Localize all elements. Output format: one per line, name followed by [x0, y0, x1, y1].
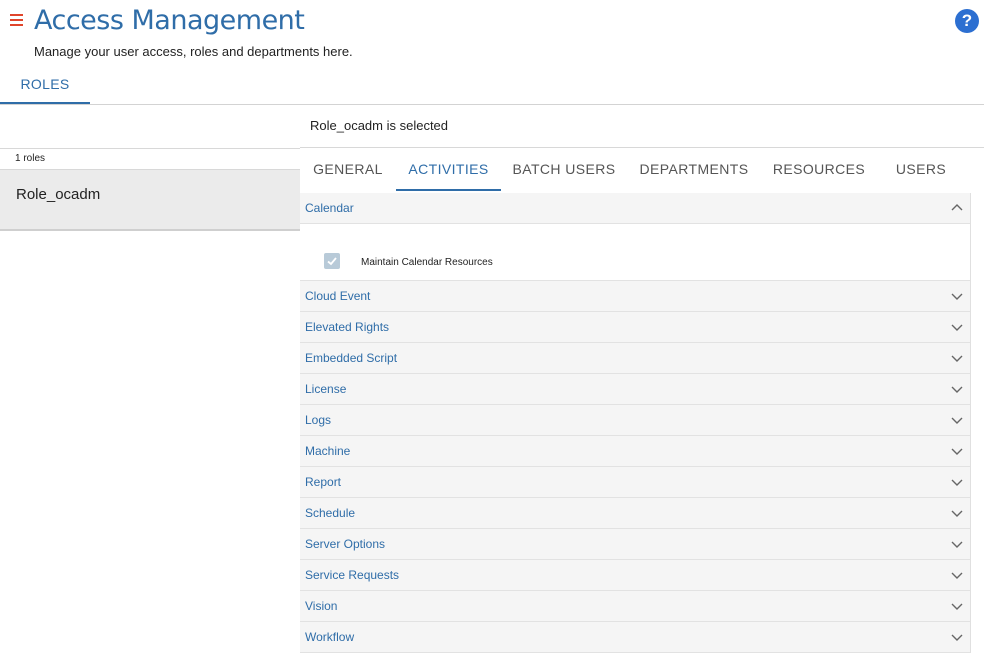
accordion-label: Machine [305, 444, 351, 458]
scrollbar-track[interactable] [970, 193, 971, 653]
accordion-header-service-requests[interactable]: Service Requests [300, 560, 970, 591]
accordion-header-cloud-event[interactable]: Cloud Event [300, 281, 970, 312]
tab-general[interactable]: GENERAL [306, 148, 390, 190]
active-tab-indicator [396, 189, 501, 191]
accordion-label: License [305, 382, 347, 396]
accordion-label: Workflow [305, 630, 355, 644]
accordion-label: Server Options [305, 537, 386, 551]
tab-resources[interactable]: RESOURCES [770, 148, 868, 190]
accordion-header-logs[interactable]: Logs [300, 405, 970, 436]
accordion-header-machine[interactable]: Machine [300, 436, 970, 467]
accordion-label: Schedule [305, 506, 356, 520]
hamburger-menu-icon[interactable] [10, 14, 23, 26]
accordion-label: Calendar [305, 201, 354, 215]
accordion-header-workflow[interactable]: Workflow [300, 622, 970, 653]
accordion-label: Service Requests [305, 568, 400, 582]
selected-role-text: Role_ocadm is selected [300, 105, 984, 148]
role-list-item[interactable]: Role_ocadm [0, 169, 300, 231]
accordion-header-schedule[interactable]: Schedule [300, 498, 970, 529]
accordion-header-server-options[interactable]: Server Options [300, 529, 970, 560]
roles-panel-header [0, 105, 300, 149]
page-subtitle: Manage your user access, roles and depar… [34, 44, 353, 59]
chevron-down-icon [951, 324, 963, 331]
chevron-down-icon [951, 448, 963, 455]
tab-roles-label: ROLES [20, 76, 70, 92]
roles-count: 1 roles [15, 153, 46, 164]
chevron-down-icon [951, 479, 963, 486]
accordion-body-calendar: Maintain Calendar Resources [300, 224, 970, 281]
chevron-down-icon [951, 572, 963, 579]
checkbox-label: Maintain Calendar Resources [361, 257, 493, 268]
tab-activities[interactable]: ACTIVITIES [396, 148, 501, 191]
chevron-down-icon [951, 541, 963, 548]
accordion-label: Embedded Script [305, 351, 398, 365]
accordion-header-report[interactable]: Report [300, 467, 970, 498]
chevron-down-icon [951, 355, 963, 362]
roles-panel: 1 roles Role_ocadm [0, 105, 300, 657]
tab-activities-label: ACTIVITIES [408, 161, 489, 177]
accordion-label: Cloud Event [305, 289, 371, 303]
chevron-down-icon [951, 510, 963, 517]
tab-users[interactable]: USERS [890, 148, 952, 190]
accordion-label: Elevated Rights [305, 320, 390, 334]
activities-accordion: Calendar Maintain Calendar Resources Clo… [300, 193, 970, 653]
checkmark-icon [327, 257, 337, 266]
accordion-header-calendar[interactable]: Calendar [300, 193, 970, 224]
detail-tabs: GENERAL ACTIVITIES BATCH USERS DEPARTMEN… [300, 148, 984, 196]
accordion-header-license[interactable]: License [300, 374, 970, 405]
maintain-calendar-resources-checkbox[interactable] [324, 253, 340, 269]
tab-batch-users[interactable]: BATCH USERS [510, 148, 618, 190]
tab-roles[interactable]: ROLES [0, 73, 90, 104]
accordion-header-elevated-rights[interactable]: Elevated Rights [300, 312, 970, 343]
chevron-up-icon [951, 204, 963, 211]
accordion-header-vision[interactable]: Vision [300, 591, 970, 622]
tab-departments[interactable]: DEPARTMENTS [636, 148, 752, 190]
page-title: Access Management [34, 5, 305, 36]
help-icon[interactable]: ? [955, 9, 979, 33]
chevron-down-icon [951, 417, 963, 424]
chevron-down-icon [951, 386, 963, 393]
accordion-header-embedded-script[interactable]: Embedded Script [300, 343, 970, 374]
chevron-down-icon [951, 634, 963, 641]
chevron-down-icon [951, 603, 963, 610]
chevron-down-icon [951, 293, 963, 300]
accordion-label: Vision [305, 599, 338, 613]
role-detail-panel: Role_ocadm is selected GENERAL ACTIVITIE… [300, 105, 984, 657]
accordion-label: Report [305, 475, 342, 489]
accordion-label: Logs [305, 413, 332, 427]
